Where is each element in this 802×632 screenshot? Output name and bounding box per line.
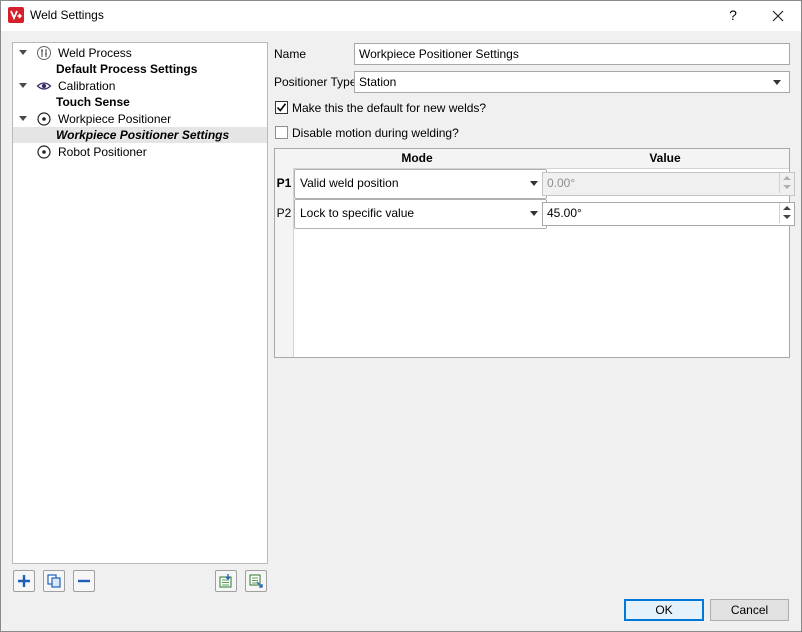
export-button[interactable] [245, 570, 267, 592]
name-label: Name [274, 47, 307, 61]
positioner-type-select[interactable]: Station [354, 71, 790, 93]
tree-item-touch-sense[interactable]: Touch Sense [13, 94, 267, 110]
positioner-icon [37, 112, 51, 126]
remove-icon [78, 579, 90, 583]
arrow-up-icon [783, 176, 791, 180]
chevron-down-icon [530, 211, 538, 216]
spin-value: 0.00° [547, 176, 576, 190]
close-button[interactable] [762, 0, 794, 31]
tree-item-label: Weld Process [58, 46, 132, 60]
table-corner [275, 149, 294, 169]
spin-value: 45.00° [547, 206, 582, 220]
mode-select-p1[interactable]: Valid weld position [294, 169, 547, 199]
tree-item-robot-positioner[interactable]: Robot Positioner [13, 144, 267, 160]
weld-process-icon [37, 46, 51, 60]
cancel-button[interactable]: Cancel [710, 599, 789, 621]
add-icon [18, 575, 30, 587]
chevron-down-icon [773, 80, 781, 85]
disable-motion-checkbox[interactable] [275, 126, 288, 139]
tree-item-workpiece-positioner[interactable]: Workpiece Positioner [13, 111, 267, 127]
tree-item-calibration[interactable]: Calibration [13, 78, 267, 94]
title-bar: Weld Settings ? [0, 0, 802, 31]
add-button[interactable] [13, 570, 35, 592]
mode-select-p2[interactable]: Lock to specific value [294, 199, 547, 229]
default-checkbox-label[interactable]: Make this the default for new welds? [292, 101, 486, 115]
value-spinbox-p1: 0.00° [542, 172, 795, 196]
settings-tree[interactable]: Weld Process Default Process Settings Ca… [12, 42, 268, 564]
eye-icon [36, 82, 52, 90]
chevron-down-icon [530, 181, 538, 186]
tree-child-label: Workpiece Positioner Settings [56, 128, 230, 142]
spin-buttons[interactable] [779, 203, 794, 223]
mode-column-header[interactable]: Mode [293, 149, 542, 169]
default-checkbox[interactable] [275, 101, 288, 114]
positioner-icon [37, 145, 51, 159]
tree-item-label: Workpiece Positioner [58, 112, 172, 126]
disable-motion-checkbox-label[interactable]: Disable motion during welding? [292, 126, 459, 140]
expand-arrow-icon[interactable] [19, 50, 27, 55]
tree-item-label: Robot Positioner [58, 145, 147, 159]
import-icon [219, 574, 232, 588]
help-button[interactable]: ? [718, 0, 748, 31]
arrow-down-icon[interactable] [783, 215, 791, 219]
positioner-type-value: Station [359, 75, 397, 89]
duplicate-button[interactable] [43, 570, 65, 592]
tree-item-weld-process[interactable]: Weld Process [13, 45, 267, 61]
positioner-type-label: Positioner Type [274, 75, 357, 89]
expand-arrow-icon[interactable] [19, 116, 27, 121]
export-icon [249, 574, 263, 588]
tree-item-workpiece-positioner-settings[interactable]: Workpiece Positioner Settings [13, 127, 267, 143]
window-title: Weld Settings [30, 8, 104, 22]
ok-button[interactable]: OK [624, 599, 704, 621]
tree-child-label: Touch Sense [56, 95, 130, 109]
expand-arrow-icon[interactable] [19, 83, 27, 88]
checkmark-icon [276, 103, 287, 112]
import-button[interactable] [215, 570, 237, 592]
positioner-table[interactable]: Mode Value P1 Valid weld position 0.00° … [274, 148, 795, 358]
duplicate-icon [47, 574, 61, 588]
mode-value: Valid weld position [300, 176, 399, 190]
arrow-up-icon[interactable] [783, 206, 791, 210]
tree-child-label: Default Process Settings [56, 62, 198, 76]
remove-button[interactable] [73, 570, 95, 592]
app-logo-icon [8, 7, 24, 23]
mode-value: Lock to specific value [300, 206, 415, 220]
row-header-empty [275, 228, 294, 357]
spin-buttons [779, 173, 794, 193]
row-header-p1[interactable]: P1 [275, 168, 294, 199]
name-field[interactable]: Workpiece Positioner Settings [354, 43, 790, 65]
row-header-p2[interactable]: P2 [275, 198, 294, 229]
tree-item-default-process-settings[interactable]: Default Process Settings [13, 61, 267, 77]
close-icon [772, 10, 784, 22]
tree-item-label: Calibration [58, 79, 116, 93]
value-column-header[interactable]: Value [541, 149, 789, 169]
arrow-down-icon [783, 185, 791, 189]
value-spinbox-p2[interactable]: 45.00° [542, 202, 795, 226]
